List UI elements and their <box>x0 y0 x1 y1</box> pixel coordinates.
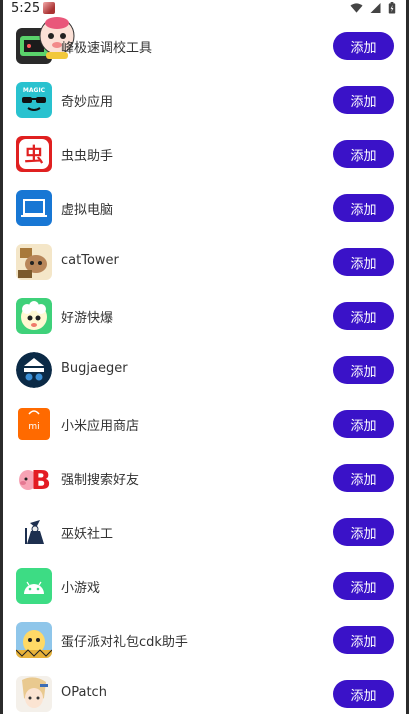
lich-icon <box>16 514 52 550</box>
cat-tower-icon <box>16 244 52 280</box>
add-button[interactable]: 添加 <box>333 248 394 276</box>
wifi-icon <box>350 3 363 13</box>
app-name: 蛋仔派对礼包cdk助手 <box>61 635 188 650</box>
add-button[interactable]: 添加 <box>333 86 394 114</box>
add-button[interactable]: 添加 <box>333 194 394 222</box>
app-name: 小游戏 <box>61 581 101 596</box>
add-button[interactable]: 添加 <box>333 464 394 492</box>
mi-icon-text: mi <box>28 422 39 432</box>
notification-thumb-icon <box>43 2 55 14</box>
status-icons <box>350 2 396 14</box>
add-button[interactable]: 添加 <box>333 140 394 168</box>
list-item: mi 小米应用商店 添加 <box>3 396 406 450</box>
add-button[interactable]: 添加 <box>333 572 394 600</box>
app-name: 小米应用商店 <box>61 419 140 434</box>
list-item: 小游戏 添加 <box>3 558 406 612</box>
add-button[interactable]: 添加 <box>333 32 394 60</box>
laptop-icon <box>16 190 52 226</box>
list-item: 虫 虫虫助手 添加 <box>3 126 406 180</box>
add-button[interactable]: 添加 <box>333 680 394 708</box>
opatch-icon <box>16 676 52 712</box>
add-button[interactable]: 添加 <box>333 626 394 654</box>
list-item: 蛋仔派对礼包cdk助手 添加 <box>3 612 406 666</box>
add-button[interactable]: 添加 <box>333 410 394 438</box>
pig-b-icon-text: B <box>31 466 51 496</box>
list-item: B 强制搜索好友 添加 <box>3 450 406 504</box>
eggy-party-icon <box>16 622 52 658</box>
app-name: 虫虫助手 <box>61 149 114 164</box>
list-item: OPatch 添加 <box>3 666 406 720</box>
list-item: MAGIC 奇妙应用 添加 <box>3 72 406 126</box>
app-name: OPatch <box>61 685 107 700</box>
app-name: catTower <box>61 253 119 268</box>
app-name: 奇妙应用 <box>61 95 114 110</box>
add-button[interactable]: 添加 <box>333 356 394 384</box>
app-name: 峰极速调校工具 <box>61 41 153 56</box>
pig-b-icon: B <box>16 460 52 496</box>
app-name: 好游快爆 <box>61 311 114 326</box>
app-name: 巫妖社工 <box>61 527 114 542</box>
app-name: Bugjaeger <box>61 361 128 376</box>
signal-icon <box>370 3 381 13</box>
list-item: 巫妖社工 添加 <box>3 504 406 558</box>
app-name: 虚拟电脑 <box>61 203 114 218</box>
bugjaeger-icon <box>16 352 52 388</box>
bug-helper-icon: 虫 <box>16 136 52 172</box>
mi-store-icon: mi <box>18 408 50 440</box>
app-list: 峰极速调校工具 添加 MAGIC 奇妙应用 添加 虫 虫虫助手 添加 虚拟电脑 … <box>3 17 406 720</box>
haoyou-icon <box>16 298 52 334</box>
battery-icon <box>388 2 396 14</box>
list-item: 好游快爆 添加 <box>3 288 406 342</box>
list-item: catTower 添加 <box>3 234 406 288</box>
magic-icon-text: MAGIC <box>23 87 46 94</box>
add-button[interactable]: 添加 <box>333 518 394 546</box>
bug-helper-icon-text: 虫 <box>24 143 43 166</box>
list-item: 虚拟电脑 添加 <box>3 180 406 234</box>
app-name: 强制搜索好友 <box>61 473 140 488</box>
magic-icon: MAGIC <box>16 82 52 118</box>
list-item: Bugjaeger 添加 <box>3 342 406 396</box>
add-button[interactable]: 添加 <box>333 302 394 330</box>
list-item: 峰极速调校工具 添加 <box>3 17 406 72</box>
android-icon <box>16 568 52 604</box>
